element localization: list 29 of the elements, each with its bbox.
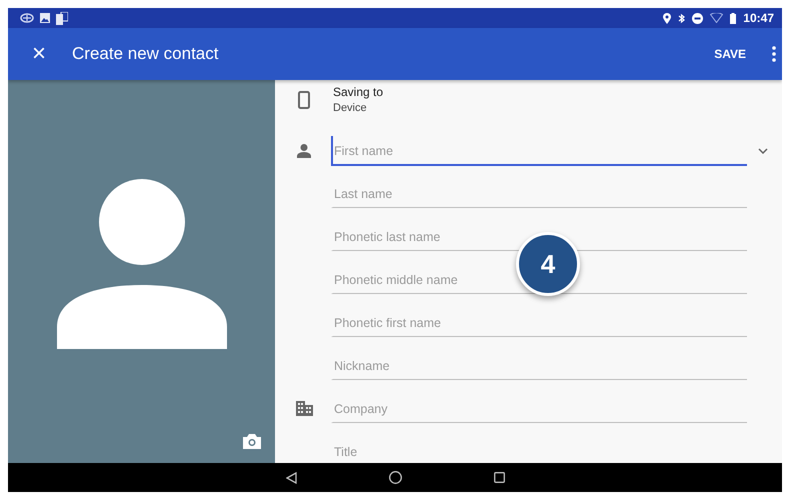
building-icon bbox=[296, 401, 312, 416]
back-icon[interactable] bbox=[286, 472, 296, 484]
document-icon bbox=[56, 12, 68, 24]
save-button[interactable]: SAVE bbox=[710, 43, 750, 65]
app-notification-icon bbox=[20, 13, 34, 23]
image-icon bbox=[40, 13, 50, 23]
chevron-down-icon[interactable] bbox=[758, 148, 768, 154]
avatar-silhouette-icon bbox=[56, 179, 226, 349]
saving-to-label: Saving to bbox=[333, 85, 384, 99]
phone-device-icon bbox=[298, 91, 310, 109]
text-field[interactable]: Last name bbox=[331, 179, 747, 208]
account-name: Device bbox=[333, 102, 368, 114]
text-field[interactable]: First name bbox=[331, 136, 747, 166]
text-field[interactable]: Phonetic first name bbox=[331, 308, 747, 337]
bluetooth-icon bbox=[678, 12, 686, 24]
clock: 10:47 bbox=[743, 11, 774, 25]
person-icon bbox=[297, 144, 311, 158]
screen-title: Create new contact bbox=[72, 44, 220, 64]
battery-icon bbox=[730, 12, 736, 24]
close-button[interactable]: × bbox=[28, 42, 50, 66]
recent-apps-icon[interactable] bbox=[494, 472, 504, 483]
home-icon[interactable] bbox=[388, 471, 402, 484]
wifi-icon bbox=[710, 13, 724, 23]
text-field[interactable]: Nickname bbox=[331, 351, 747, 380]
more-options-icon[interactable] bbox=[772, 46, 776, 62]
location-icon bbox=[663, 12, 672, 24]
text-field[interactable]: Company bbox=[331, 394, 747, 423]
do-not-disturb-icon bbox=[692, 12, 704, 24]
camera-icon[interactable] bbox=[243, 434, 261, 449]
